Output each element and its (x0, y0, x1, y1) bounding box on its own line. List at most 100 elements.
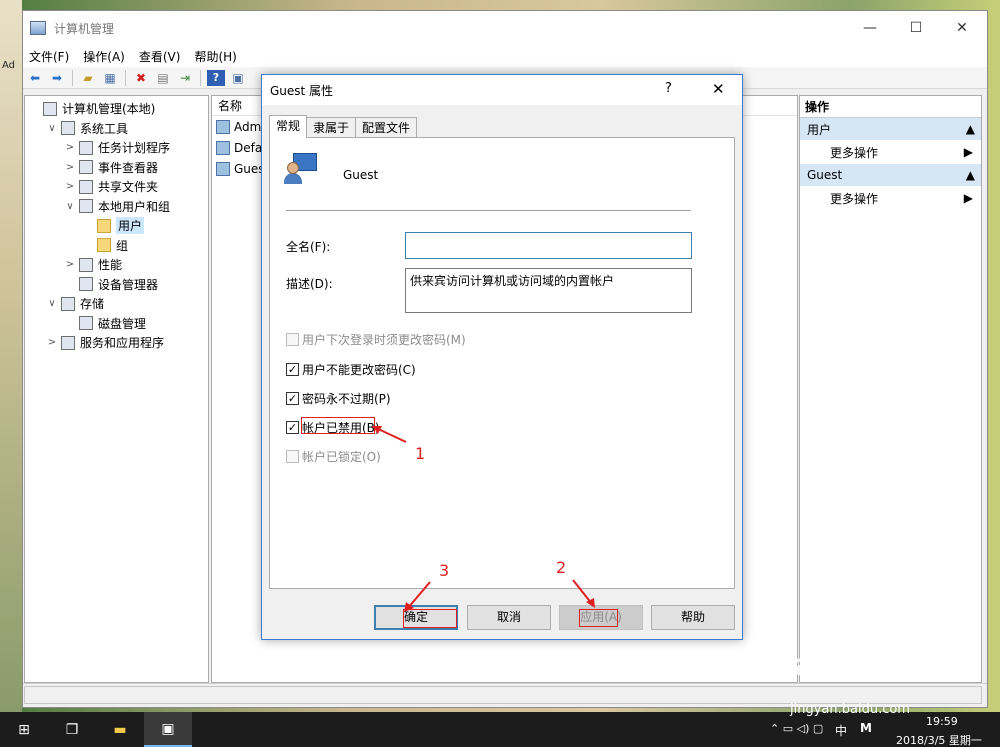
help-icon[interactable]: ? (207, 69, 225, 86)
windows-start-icon[interactable]: ⊞ (0, 712, 48, 747)
collapse-chevron-icon[interactable]: > (65, 142, 75, 153)
clock-time[interactable]: 19:59 (926, 715, 958, 728)
more-actions-users[interactable]: 更多操作 ▶ (800, 140, 981, 164)
tree-item[interactable]: 用户 (25, 216, 208, 236)
clock-date[interactable]: 2018/3/5 星期一 (896, 732, 982, 747)
collapse-chevron-icon[interactable]: > (65, 181, 75, 192)
forward-icon[interactable]: ➡ (48, 70, 66, 86)
tree-item-label: 用户 (116, 217, 145, 235)
checkbox-must-change-password[interactable]: 用户下次登录时须更改密码(M) (286, 331, 466, 347)
up-folder-icon[interactable]: ▰ (79, 70, 97, 86)
computer-icon (43, 101, 57, 116)
expand-chevron-icon[interactable]: ∨ (65, 201, 75, 212)
tree-item-label: 组 (116, 238, 129, 253)
collapse-chevron-icon[interactable]: > (65, 162, 75, 173)
tree-item[interactable]: > 服务和应用程序 (25, 333, 208, 353)
collapse-chevron-icon[interactable]: > (65, 259, 75, 270)
expand-chevron-icon[interactable]: ∨ (47, 123, 57, 134)
expand-chevron-icon[interactable]: ∨ (47, 298, 57, 309)
checkbox-account-locked[interactable]: 帐户已锁定(O) (286, 448, 381, 464)
toolbar-separator (72, 69, 73, 86)
menu-view[interactable]: 查看(V) (139, 48, 181, 65)
dialog-title: Guest 属性 (270, 83, 334, 98)
divider (286, 210, 691, 211)
dialog-tabs: 常规 隶属于 配置文件 (269, 115, 418, 138)
minimize-button[interactable]: — (847, 11, 893, 45)
user-account-icon (284, 153, 317, 185)
checkbox-box[interactable] (286, 449, 299, 463)
checkbox-box[interactable] (286, 332, 299, 346)
properties-icon[interactable]: ▤ (154, 70, 172, 86)
annotation-arrow-2 (572, 579, 595, 608)
actions-pane: 操作 用户 ▲ 更多操作 ▶ Guest ▲ 更多操作 ▶ (799, 95, 982, 683)
general-tab-panel: Guest 全名(F): 描述(D): 供来宾访问计算机或访问域的内置帐户 用户… (269, 137, 735, 589)
toolbar-separator (125, 69, 126, 86)
guest-properties-dialog: Guest 属性 ? ✕ 常规 隶属于 配置文件 Guest 全名(F): 描述… (261, 74, 743, 640)
checkbox-password-never-expires[interactable]: ✓ 密码永不过期(P) (286, 390, 391, 406)
tree-item[interactable]: 组 (25, 236, 208, 256)
tree-item[interactable]: 计算机管理(本地) (25, 99, 208, 119)
back-icon[interactable]: ⬅ (26, 70, 44, 86)
fullname-input[interactable] (405, 232, 692, 259)
disk-icon (79, 316, 93, 331)
dialog-title-bar[interactable]: Guest 属性 ? ✕ (262, 75, 742, 105)
tree-item[interactable]: ∨ 本地用户和组 (25, 197, 208, 217)
ime-mode-icon[interactable]: M (860, 721, 872, 735)
view-icon[interactable]: ▣ (229, 70, 247, 86)
tree-item[interactable]: > 任务计划程序 (25, 138, 208, 158)
maximize-button[interactable]: ☐ (893, 11, 939, 45)
collapse-arrow-icon: ▲ (965, 168, 975, 182)
actions-section-guest[interactable]: Guest ▲ (800, 164, 981, 186)
tab-profile[interactable]: 配置文件 (355, 117, 418, 138)
tree-item[interactable]: > 事件查看器 (25, 158, 208, 178)
person-body-shape (284, 173, 302, 184)
cancel-button[interactable]: 取消 (467, 605, 551, 630)
storage-icon (61, 296, 75, 311)
tab-member-of[interactable]: 隶属于 (306, 117, 357, 138)
tools-icon (61, 121, 75, 136)
tree-item-label: 共享文件夹 (98, 180, 159, 195)
tree-item[interactable]: ∨ 存储 (25, 294, 208, 314)
annotation-box-apply (579, 609, 618, 627)
tree-item-label: 本地用户和组 (98, 199, 171, 214)
checkmark-icon[interactable]: ✓ (286, 391, 299, 405)
more-actions-guest[interactable]: 更多操作 ▶ (800, 186, 981, 210)
tree-item[interactable]: 设备管理器 (25, 275, 208, 295)
tray-icons[interactable]: ⌃ ▭ ◁) ▢ (770, 722, 823, 735)
export-icon[interactable]: ⇥ (176, 70, 194, 86)
help-button[interactable]: 帮助 (651, 605, 735, 630)
dialog-close-button[interactable]: ✕ (712, 80, 725, 98)
checkmark-icon[interactable]: ✓ (286, 420, 299, 434)
tab-general[interactable]: 常规 (269, 115, 308, 138)
menu-file[interactable]: 文件(F) (29, 48, 69, 65)
tree-item[interactable]: ∨ 系统工具 (25, 119, 208, 139)
person-head-shape (287, 162, 299, 174)
desktop-icon-label: Ad (2, 60, 16, 71)
user-icon (216, 161, 230, 176)
checkmark-icon[interactable]: ✓ (286, 362, 299, 376)
tree-item[interactable]: 磁盘管理 (25, 314, 208, 334)
title-bar[interactable]: 计算机管理 — ☐ ✕ (23, 11, 987, 45)
tree-item[interactable]: > 共享文件夹 (25, 177, 208, 197)
description-input[interactable]: 供来宾访问计算机或访问域的内置帐户 (405, 268, 692, 313)
checkbox-cannot-change-password[interactable]: ✓ 用户不能更改密码(C) (286, 361, 416, 377)
tree-item-label: 任务计划程序 (98, 141, 171, 156)
fullname-label: 全名(F): (286, 240, 331, 254)
tree-item[interactable]: > 性能 (25, 255, 208, 275)
task-view-icon[interactable]: ❐ (48, 712, 96, 747)
actions-section-users[interactable]: 用户 ▲ (800, 118, 981, 140)
help-question-button[interactable]: ? (665, 81, 672, 96)
menu-action[interactable]: 操作(A) (83, 48, 125, 65)
file-explorer-icon[interactable]: ▬ (96, 712, 144, 747)
computer-management-taskbar-icon[interactable]: ▣ (144, 712, 192, 747)
services-icon (61, 335, 75, 350)
clock-icon (79, 140, 93, 155)
close-button[interactable]: ✕ (939, 11, 985, 45)
collapse-chevron-icon[interactable]: > (47, 337, 57, 348)
delete-icon[interactable]: ✖ (132, 70, 150, 86)
actions-header: 操作 (800, 96, 981, 118)
show-hide-tree-icon[interactable]: ▦ (101, 70, 119, 86)
tree-item-label: 服务和应用程序 (80, 336, 165, 351)
ime-indicator[interactable]: 中 (835, 722, 847, 739)
menu-help[interactable]: 帮助(H) (194, 48, 236, 65)
